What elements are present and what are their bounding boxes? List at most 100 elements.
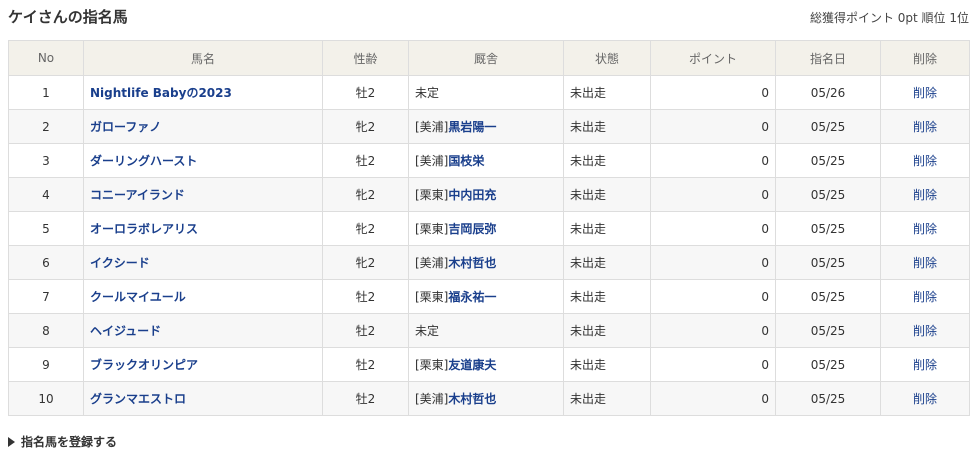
cell-status: 未出走 bbox=[563, 313, 651, 348]
delete-link[interactable]: 削除 bbox=[913, 188, 937, 202]
cell-date: 05/25 bbox=[775, 109, 881, 144]
col-header-no: No bbox=[8, 40, 84, 76]
table-row: 4 コニーアイランド 牝2 [栗東]中内田充 未出走 0 05/25 削除 bbox=[8, 177, 970, 212]
trainer-link[interactable]: 中内田充 bbox=[448, 188, 496, 202]
table-row: 7 クールマイユール 牡2 [栗東]福永祐一 未出走 0 05/25 削除 bbox=[8, 279, 970, 314]
col-header-status: 状態 bbox=[563, 40, 651, 76]
nominated-horses-table: No 馬名 性齢 厩舎 状態 ポイント 指名日 削除 1 Nightlife Ba… bbox=[8, 40, 970, 416]
horse-name-link[interactable]: ダーリングハースト bbox=[90, 154, 197, 168]
cell-no: 3 bbox=[8, 143, 84, 178]
cell-sex-age: 牡2 bbox=[322, 75, 409, 110]
trainer-link[interactable]: 吉岡辰弥 bbox=[448, 222, 496, 236]
cell-date: 05/26 bbox=[775, 75, 881, 110]
col-header-horse-name: 馬名 bbox=[83, 40, 323, 76]
cell-date: 05/25 bbox=[775, 177, 881, 212]
cell-horse-name: ヘイジュード bbox=[83, 313, 323, 348]
stable-region: [美浦] bbox=[415, 120, 449, 134]
cell-stable: 未定 bbox=[408, 313, 564, 348]
horse-name-link[interactable]: ガローファノ bbox=[90, 120, 161, 134]
stable-region: [栗東] bbox=[415, 188, 449, 202]
triangle-right-icon bbox=[8, 437, 15, 447]
table-row: 8 ヘイジュード 牡2 未定 未出走 0 05/25 削除 bbox=[8, 313, 970, 348]
horse-name-link[interactable]: Nightlife Babyの2023 bbox=[90, 86, 232, 100]
cell-points: 0 bbox=[650, 245, 776, 280]
cell-stable: [栗東]中内田充 bbox=[408, 177, 564, 212]
cell-stable: [栗東]吉岡辰弥 bbox=[408, 211, 564, 246]
cell-delete: 削除 bbox=[880, 177, 970, 212]
horse-name-link[interactable]: オーロラボレアリス bbox=[90, 222, 198, 236]
horse-name-link[interactable]: コニーアイランド bbox=[90, 188, 185, 202]
cell-delete: 削除 bbox=[880, 313, 970, 348]
col-header-stable: 厩舎 bbox=[408, 40, 564, 76]
delete-link[interactable]: 削除 bbox=[913, 392, 937, 406]
stable-region: [美浦] bbox=[415, 256, 449, 270]
table-header-row: No 馬名 性齢 厩舎 状態 ポイント 指名日 削除 bbox=[8, 40, 970, 76]
delete-link[interactable]: 削除 bbox=[913, 154, 937, 168]
cell-points: 0 bbox=[650, 347, 776, 382]
cell-stable: [美浦]黒岩陽一 bbox=[408, 109, 564, 144]
points-rank-summary: 総獲得ポイント 0pt 順位 1位 bbox=[809, 11, 969, 25]
cell-sex-age: 牡2 bbox=[322, 313, 409, 348]
cell-stable: 未定 bbox=[408, 75, 564, 110]
cell-date: 05/25 bbox=[775, 381, 881, 416]
cell-points: 0 bbox=[650, 75, 776, 110]
cell-status: 未出走 bbox=[563, 279, 651, 314]
horse-name-link[interactable]: クールマイユール bbox=[90, 290, 186, 304]
table-row: 1 Nightlife Babyの2023 牡2 未定 未出走 0 05/26 削除 bbox=[8, 75, 970, 110]
trainer-link[interactable]: 黒岩陽一 bbox=[448, 120, 496, 134]
col-header-date: 指名日 bbox=[775, 40, 881, 76]
horse-name-link[interactable]: イクシード bbox=[90, 256, 150, 270]
cell-sex-age: 牝2 bbox=[322, 245, 409, 280]
delete-link[interactable]: 削除 bbox=[913, 120, 937, 134]
cell-sex-age: 牝2 bbox=[322, 109, 409, 144]
cell-stable: [栗東]友道康夫 bbox=[408, 347, 564, 382]
cell-status: 未出走 bbox=[563, 381, 651, 416]
cell-no: 10 bbox=[8, 381, 84, 416]
trainer-link[interactable]: 木村哲也 bbox=[448, 392, 496, 406]
cell-delete: 削除 bbox=[880, 109, 970, 144]
cell-points: 0 bbox=[650, 313, 776, 348]
trainer-link[interactable]: 国枝栄 bbox=[448, 154, 484, 168]
cell-delete: 削除 bbox=[880, 381, 970, 416]
delete-link[interactable]: 削除 bbox=[913, 358, 937, 372]
trainer-undecided: 未定 bbox=[415, 86, 440, 100]
cell-no: 1 bbox=[8, 75, 84, 110]
horse-name-link[interactable]: グランマエストロ bbox=[90, 392, 186, 406]
horse-name-link[interactable]: ブラックオリンピア bbox=[90, 358, 198, 372]
cell-no: 8 bbox=[8, 313, 84, 348]
delete-link[interactable]: 削除 bbox=[913, 290, 937, 304]
table-row: 5 オーロラボレアリス 牝2 [栗東]吉岡辰弥 未出走 0 05/25 削除 bbox=[8, 211, 970, 246]
cell-status: 未出走 bbox=[563, 143, 651, 178]
delete-link[interactable]: 削除 bbox=[913, 222, 937, 236]
register-nominee-label: 指名馬を登録する bbox=[21, 435, 118, 449]
col-header-delete: 削除 bbox=[880, 40, 970, 76]
cell-points: 0 bbox=[650, 381, 776, 416]
nominated-horses-page: ケイさんの指名馬 総獲得ポイント 0pt 順位 1位 No 馬名 性齢 厩舎 状… bbox=[0, 0, 977, 454]
delete-link[interactable]: 削除 bbox=[913, 256, 937, 270]
cell-delete: 削除 bbox=[880, 143, 970, 178]
page-header: ケイさんの指名馬 総獲得ポイント 0pt 順位 1位 bbox=[8, 6, 969, 30]
stable-region: [栗東] bbox=[415, 222, 449, 236]
cell-delete: 削除 bbox=[880, 279, 970, 314]
cell-status: 未出走 bbox=[563, 245, 651, 280]
cell-delete: 削除 bbox=[880, 211, 970, 246]
cell-horse-name: グランマエストロ bbox=[83, 381, 323, 416]
cell-stable: [美浦]国枝栄 bbox=[408, 143, 564, 178]
delete-link[interactable]: 削除 bbox=[913, 86, 937, 100]
cell-horse-name: オーロラボレアリス bbox=[83, 211, 323, 246]
cell-date: 05/25 bbox=[775, 143, 881, 178]
trainer-link[interactable]: 木村哲也 bbox=[448, 256, 496, 270]
cell-no: 6 bbox=[8, 245, 84, 280]
cell-points: 0 bbox=[650, 177, 776, 212]
register-nominee-link[interactable]: 指名馬を登録する bbox=[8, 434, 117, 450]
trainer-link[interactable]: 福永祐一 bbox=[448, 290, 496, 304]
horse-name-link[interactable]: ヘイジュード bbox=[90, 324, 161, 338]
stable-region: [栗東] bbox=[415, 358, 449, 372]
cell-sex-age: 牡2 bbox=[322, 279, 409, 314]
col-header-points: ポイント bbox=[650, 40, 776, 76]
cell-horse-name: イクシード bbox=[83, 245, 323, 280]
cell-date: 05/25 bbox=[775, 347, 881, 382]
delete-link[interactable]: 削除 bbox=[913, 324, 937, 338]
stable-region: [美浦] bbox=[415, 392, 449, 406]
trainer-link[interactable]: 友道康夫 bbox=[448, 358, 496, 372]
